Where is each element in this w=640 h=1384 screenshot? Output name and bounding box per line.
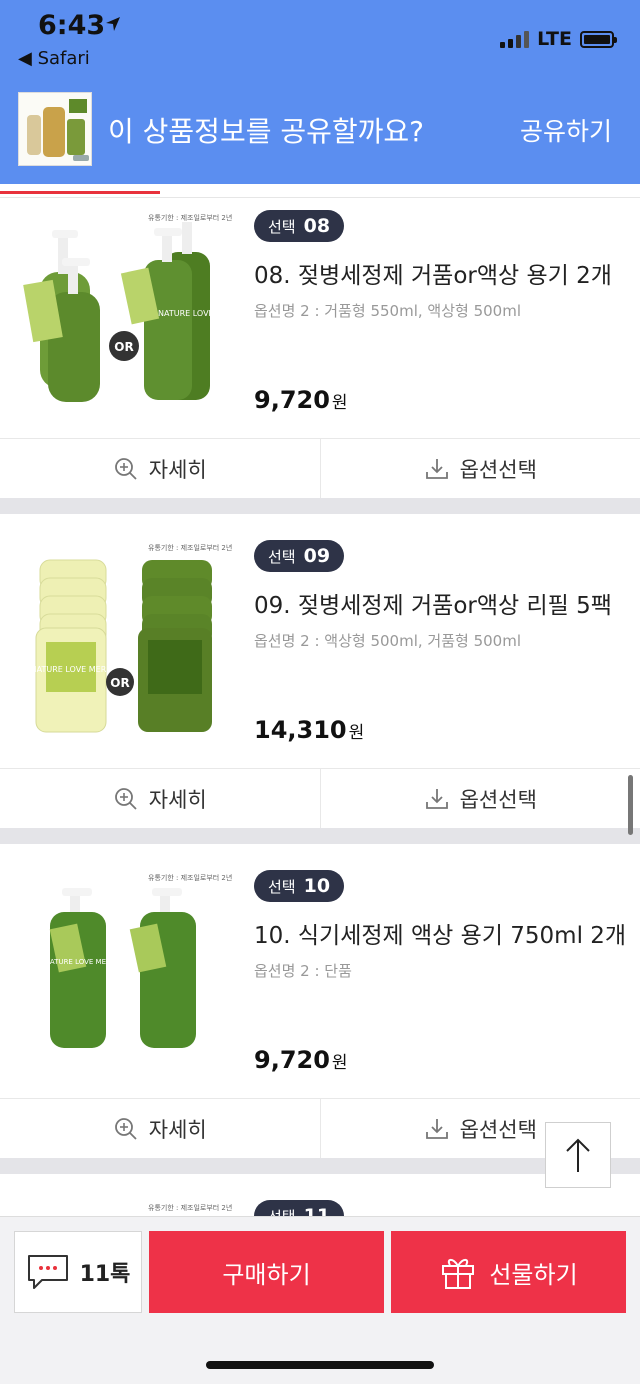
gift-icon	[442, 1258, 475, 1289]
download-icon	[425, 458, 448, 479]
home-indicator	[206, 1361, 434, 1369]
share-title: 이 상품정보를 공유할까요?	[108, 115, 425, 148]
product-image: 유통기한 : 제조일로부터 2년 NATURE LOVE MERE	[18, 872, 232, 1072]
item-divider	[0, 828, 640, 844]
price-currency: 원	[331, 393, 348, 413]
or-mark: OR	[114, 340, 133, 354]
thumb-caption: 유통기한 : 제조일로부터 2년	[148, 873, 232, 882]
magnifier-plus-icon	[114, 787, 137, 810]
thumb-caption: 유통기한 : 제조일로부터 2년	[148, 543, 232, 552]
product-price: 14,310 원	[254, 716, 364, 744]
scrollbar[interactable]	[628, 775, 633, 835]
option-select-label: 옵션선택	[459, 787, 537, 812]
bottom-action-bar: 11톡 구매하기 선물하기	[0, 1216, 640, 1384]
badge-label: 선택	[268, 217, 296, 236]
chat-bubble-icon	[27, 1255, 68, 1289]
option-text: 옵션명 2 : 거품형 550ml, 액상형 500ml	[254, 302, 521, 320]
price-value: 9,720	[254, 386, 330, 414]
gift-label: 선물하기	[489, 1260, 578, 1289]
status-time: 6:43	[38, 10, 106, 41]
talk-label: 11톡	[79, 1262, 131, 1287]
item-actions: 자세히 옵션선택	[0, 438, 640, 498]
badge-number: 08	[303, 215, 331, 237]
option-badge: 선택 08	[254, 210, 345, 242]
list-item: 유통기한 : 제조일로부터 2년 NATURE LOVE MERE 선택 10 …	[0, 858, 640, 1188]
magnifier-plus-icon	[114, 1117, 137, 1140]
item-actions: 자세히 옵션선택	[0, 1098, 640, 1158]
price-currency: 원	[348, 723, 365, 743]
detail-button[interactable]: 자세히	[0, 439, 320, 498]
detail-label: 자세히	[148, 1117, 207, 1142]
talk-button[interactable]: 11톡	[14, 1231, 142, 1313]
option-text: 옵션명 2 : 단품	[254, 962, 352, 980]
thumb-logo-text: NATURE LOVE MERE	[45, 958, 116, 966]
share-product-thumbnail	[18, 92, 92, 166]
option-badge: 선택 10	[254, 870, 345, 902]
product-price: 9,720 원	[254, 1046, 348, 1074]
product-image: 유통기한 : 제조일로부터 2년 NATURE LOVE MERE OR	[18, 542, 232, 742]
list-item: 유통기한 : 제조일로부터 2년 NATURE LOVE MERE OR 선택	[0, 528, 640, 858]
share-button[interactable]: 공유하기	[520, 112, 612, 148]
option-select-button[interactable]: 옵션선택	[319, 439, 640, 498]
item-divider	[0, 1158, 640, 1174]
status-indicators: LTE	[500, 28, 617, 50]
download-icon	[425, 1118, 448, 1139]
location-arrow-icon	[104, 15, 122, 37]
tab-strip	[0, 184, 640, 198]
product-name: 10. 식기세정제 액상 용기 750ml 2개	[254, 923, 627, 949]
detail-label: 자세히	[148, 457, 207, 482]
badge-number: 09	[303, 545, 331, 567]
badge-number: 10	[303, 875, 331, 897]
detail-button[interactable]: 자세히	[0, 1099, 320, 1158]
buy-label: 구매하기	[222, 1260, 311, 1289]
product-option-list: 유통기한 : 제조일로부터 2년 OR NATURE LOVE MERE 선택 …	[0, 198, 640, 1248]
download-icon	[425, 788, 448, 809]
thumb-logo-text: NATURE LOVE MERE	[158, 309, 232, 318]
item-divider	[0, 498, 640, 514]
buy-button[interactable]: 구매하기	[149, 1231, 384, 1313]
option-badge: 선택 09	[254, 540, 345, 572]
network-label: LTE	[537, 28, 572, 50]
thumb-caption: 유통기한 : 제조일로부터 2년	[148, 213, 232, 222]
option-select-label: 옵션선택	[459, 1117, 537, 1142]
detail-button[interactable]: 자세히	[0, 769, 320, 828]
thumb-logo-text: NATURE LOVE MERE	[31, 665, 112, 674]
arrow-up-icon	[566, 1138, 590, 1172]
option-select-button[interactable]: 옵션선택	[319, 769, 640, 828]
price-value: 14,310	[254, 716, 347, 744]
badge-label: 선택	[268, 547, 296, 566]
product-image: 유통기한 : 제조일로부터 2년 OR NATURE LOVE MERE	[18, 212, 239, 412]
product-price: 9,720 원	[254, 386, 348, 414]
product-name: 09. 젖병세정제 거품or액상 리필 5팩	[254, 593, 612, 619]
share-header: 6:43 ◀ Safari LTE 이 상품정보를 공유할까요? 공유하기	[0, 0, 640, 184]
battery-icon	[580, 30, 617, 48]
list-item: 유통기한 : 제조일로부터 2년 OR NATURE LOVE MERE 선택 …	[0, 198, 640, 528]
thumb-caption: 유통기한 : 제조일로부터 2년	[148, 1203, 232, 1212]
product-name: 08. 젖병세정제 거품or액상 용기 2개	[254, 263, 612, 289]
badge-label: 선택	[268, 877, 296, 896]
back-to-safari[interactable]: ◀ Safari	[18, 48, 90, 69]
signal-icon	[500, 30, 530, 48]
gift-button[interactable]: 선물하기	[391, 1231, 626, 1313]
scroll-top-button[interactable]	[545, 1122, 611, 1188]
price-value: 9,720	[254, 1046, 330, 1074]
detail-label: 자세히	[148, 787, 207, 812]
price-currency: 원	[331, 1053, 348, 1073]
option-select-label: 옵션선택	[459, 457, 537, 482]
or-mark: OR	[110, 676, 129, 690]
item-actions: 자세히 옵션선택	[0, 768, 640, 828]
magnifier-plus-icon	[114, 457, 137, 480]
scroll-progress	[0, 191, 160, 194]
option-text: 옵션명 2 : 액상형 500ml, 거품형 500ml	[254, 632, 521, 650]
